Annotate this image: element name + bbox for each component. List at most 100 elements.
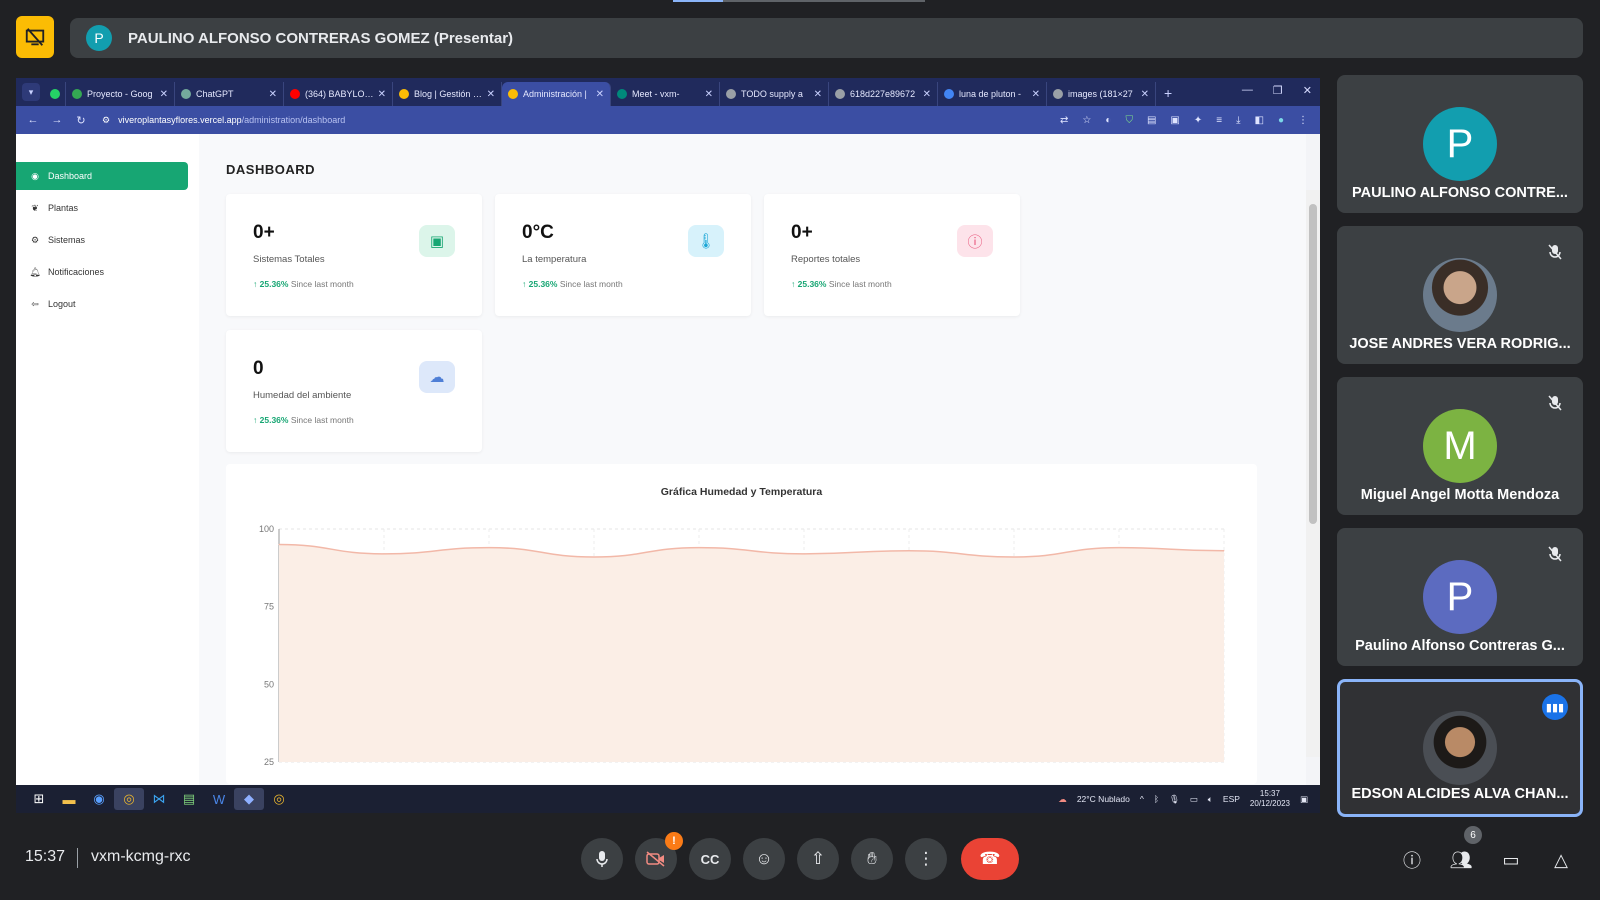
browser-tab[interactable]: ChatGPT ✕: [175, 82, 284, 106]
card-trend: ↑ 25.36% Since last month: [522, 279, 623, 289]
browser-tab[interactable]: Blog | Gestión de ✕: [393, 82, 502, 106]
browser-tab[interactable]: Meet - vxm- ✕: [611, 82, 720, 106]
tab-close-icon[interactable]: ✕: [378, 89, 386, 100]
tab-whatsapp[interactable]: [44, 82, 66, 106]
tab-title: Meet - vxm-: [632, 89, 680, 99]
more-options-button[interactable]: ⋮: [905, 838, 947, 880]
volume-icon[interactable]: 🔈︎: [1208, 794, 1213, 805]
back-icon[interactable]: ←: [24, 114, 42, 126]
browser-menu-icon[interactable]: ⋮: [1298, 115, 1308, 126]
tab-close-icon[interactable]: ✕: [596, 89, 604, 100]
vscode-icon[interactable]: ⋈: [144, 788, 174, 810]
file-explorer-icon[interactable]: ▬: [54, 788, 84, 810]
site-info-icon[interactable]: ⚙: [102, 115, 110, 126]
activities-button[interactable]: △: [1547, 846, 1575, 874]
tab-close-icon[interactable]: ✕: [705, 89, 713, 100]
tab-search-button[interactable]: ▾: [22, 83, 40, 101]
sidebar-item-dashboard[interactable]: ◉ Dashboard: [16, 162, 188, 190]
taskbar-clock[interactable]: 15:37 20/12/2023: [1250, 789, 1290, 809]
minimize-icon[interactable]: —: [1242, 84, 1253, 97]
notifications-icon[interactable]: ▣: [1300, 794, 1308, 805]
bookmark-star-icon[interactable]: ☆: [1082, 115, 1091, 126]
sidepanel-icon[interactable]: ◧: [1255, 115, 1264, 126]
participant-tile[interactable]: P PAULINO ALFONSO CONTRE...: [1337, 75, 1583, 213]
scrollbar-thumb[interactable]: [1309, 204, 1317, 524]
tab-close-icon[interactable]: ✕: [269, 89, 277, 100]
captions-button[interactable]: CC: [689, 838, 731, 880]
stop-presenting-button[interactable]: [16, 16, 54, 58]
present-button[interactable]: ⇧: [797, 838, 839, 880]
camera-button[interactable]: !: [635, 832, 683, 880]
virtualbox-icon[interactable]: ◆: [234, 788, 264, 810]
media-icon[interactable]: ≡: [1216, 115, 1222, 126]
participant-name: PAULINO ALFONSO CONTRE...: [1352, 185, 1568, 201]
stat-card-sistemas: 0+ Sistemas Totales ↑ 25.36% Since last …: [226, 194, 482, 316]
sidebar-item-logout[interactable]: ⇦ Logout: [16, 290, 199, 318]
forward-icon[interactable]: →: [48, 114, 66, 126]
page-scrollbar[interactable]: [1306, 190, 1320, 757]
tab-close-icon[interactable]: ✕: [1032, 89, 1040, 100]
close-window-icon[interactable]: ✕: [1303, 84, 1312, 97]
download-icon[interactable]: ⤓: [1236, 115, 1240, 126]
tab-close-icon[interactable]: ✕: [160, 89, 168, 100]
windows-start-icon[interactable]: ⊞: [24, 788, 54, 810]
mic-off-icon: [1543, 391, 1567, 415]
tab-close-icon[interactable]: ✕: [923, 89, 931, 100]
restore-icon[interactable]: ❐: [1273, 84, 1283, 97]
screen-share-progress: [673, 0, 925, 2]
reload-icon[interactable]: ↻: [72, 114, 90, 127]
participant-tile[interactable]: M Miguel Angel Motta Mendoza: [1337, 377, 1583, 515]
chart-card: Gráfica Humedad y Temperatura 100 75 50 25: [226, 464, 1257, 784]
word-icon[interactable]: W: [204, 788, 234, 810]
mic-tray-icon[interactable]: 🎙︎: [1169, 794, 1180, 805]
leave-call-button[interactable]: ☎︎: [961, 838, 1019, 880]
chrome-icon-2[interactable]: ◎: [264, 788, 294, 810]
tab-close-icon[interactable]: ✕: [814, 89, 822, 100]
card-label: Humedad del ambiente: [253, 390, 352, 401]
data-point: [1013, 556, 1015, 558]
activities-icon: △: [1554, 849, 1568, 870]
new-tab-button[interactable]: +: [1164, 85, 1172, 101]
browser-tab[interactable]: 618d227e89672 ✕: [829, 82, 938, 106]
chat-button[interactable]: ▭: [1497, 846, 1525, 874]
profile-avatar[interactable]: ●: [1278, 115, 1284, 126]
language-indicator[interactable]: ESP: [1223, 794, 1240, 804]
tab-close-icon[interactable]: ✕: [487, 89, 495, 100]
browser-tab[interactable]: Proyecto - Goog ✕: [66, 82, 175, 106]
participant-tile[interactable]: JOSE ANDRES VERA RODRIG...: [1337, 226, 1583, 364]
firefox-icon[interactable]: ◉: [84, 788, 114, 810]
notepad-icon[interactable]: ▤: [174, 788, 204, 810]
sidebar-item-sistemas[interactable]: ⚙ Sistemas: [16, 226, 199, 254]
extension-off-icon[interactable]: ▣: [1170, 115, 1179, 126]
browser-tab[interactable]: Administración | ✕: [502, 82, 611, 106]
bell-icon: 🔔︎: [29, 266, 41, 277]
browser-tab[interactable]: images (181×27 ✕: [1047, 82, 1156, 106]
participant-tile-speaking[interactable]: ▮▮▮ EDSON ALCIDES ALVA CHAN...: [1337, 679, 1583, 817]
bluetooth-icon[interactable]: ᛒ: [1154, 794, 1159, 804]
puzzle-icon[interactable]: ✦: [1194, 115, 1202, 126]
browser-tab[interactable]: (364) BABYLONIA ✕: [284, 82, 393, 106]
raise-hand-button[interactable]: ✋︎: [851, 838, 893, 880]
meeting-details-button[interactable]: ⓘ: [1398, 846, 1426, 874]
address-bar[interactable]: ⚙ viveroplantasyflores.vercel.app/admini…: [102, 110, 1061, 130]
document-icon[interactable]: ▤: [1147, 115, 1156, 126]
reactions-button[interactable]: ☺: [743, 838, 785, 880]
chrome-icon[interactable]: ◎: [114, 788, 144, 810]
tray-expand-icon[interactable]: ^: [1140, 794, 1144, 804]
trend-value: 25.36%: [528, 279, 558, 289]
tab-close-icon[interactable]: ✕: [1141, 89, 1149, 100]
whatsapp-icon: [49, 89, 60, 99]
browser-tab[interactable]: luna de pluton - ✕: [938, 82, 1047, 106]
browser-tab[interactable]: TODO supply a ✕: [720, 82, 829, 106]
mic-off-icon: [1543, 240, 1567, 264]
sidebar-item-plantas[interactable]: ❦ Plantas: [16, 194, 199, 222]
network-icon[interactable]: ▭: [1190, 794, 1198, 805]
translate-icon[interactable]: ⇄: [1060, 115, 1068, 126]
shield-icon[interactable]: ⛉: [1125, 115, 1133, 126]
sidebar-item-notificaciones[interactable]: 🔔︎ Notificaciones: [16, 258, 199, 286]
participant-tile[interactable]: P Paulino Alfonso Contreras G...: [1337, 528, 1583, 666]
extension-icon[interactable]: ◐: [1105, 115, 1111, 126]
tab-title: images (181×27: [1068, 89, 1133, 99]
mic-button[interactable]: [581, 838, 623, 880]
people-button[interactable]: 👥︎: [1447, 846, 1475, 874]
